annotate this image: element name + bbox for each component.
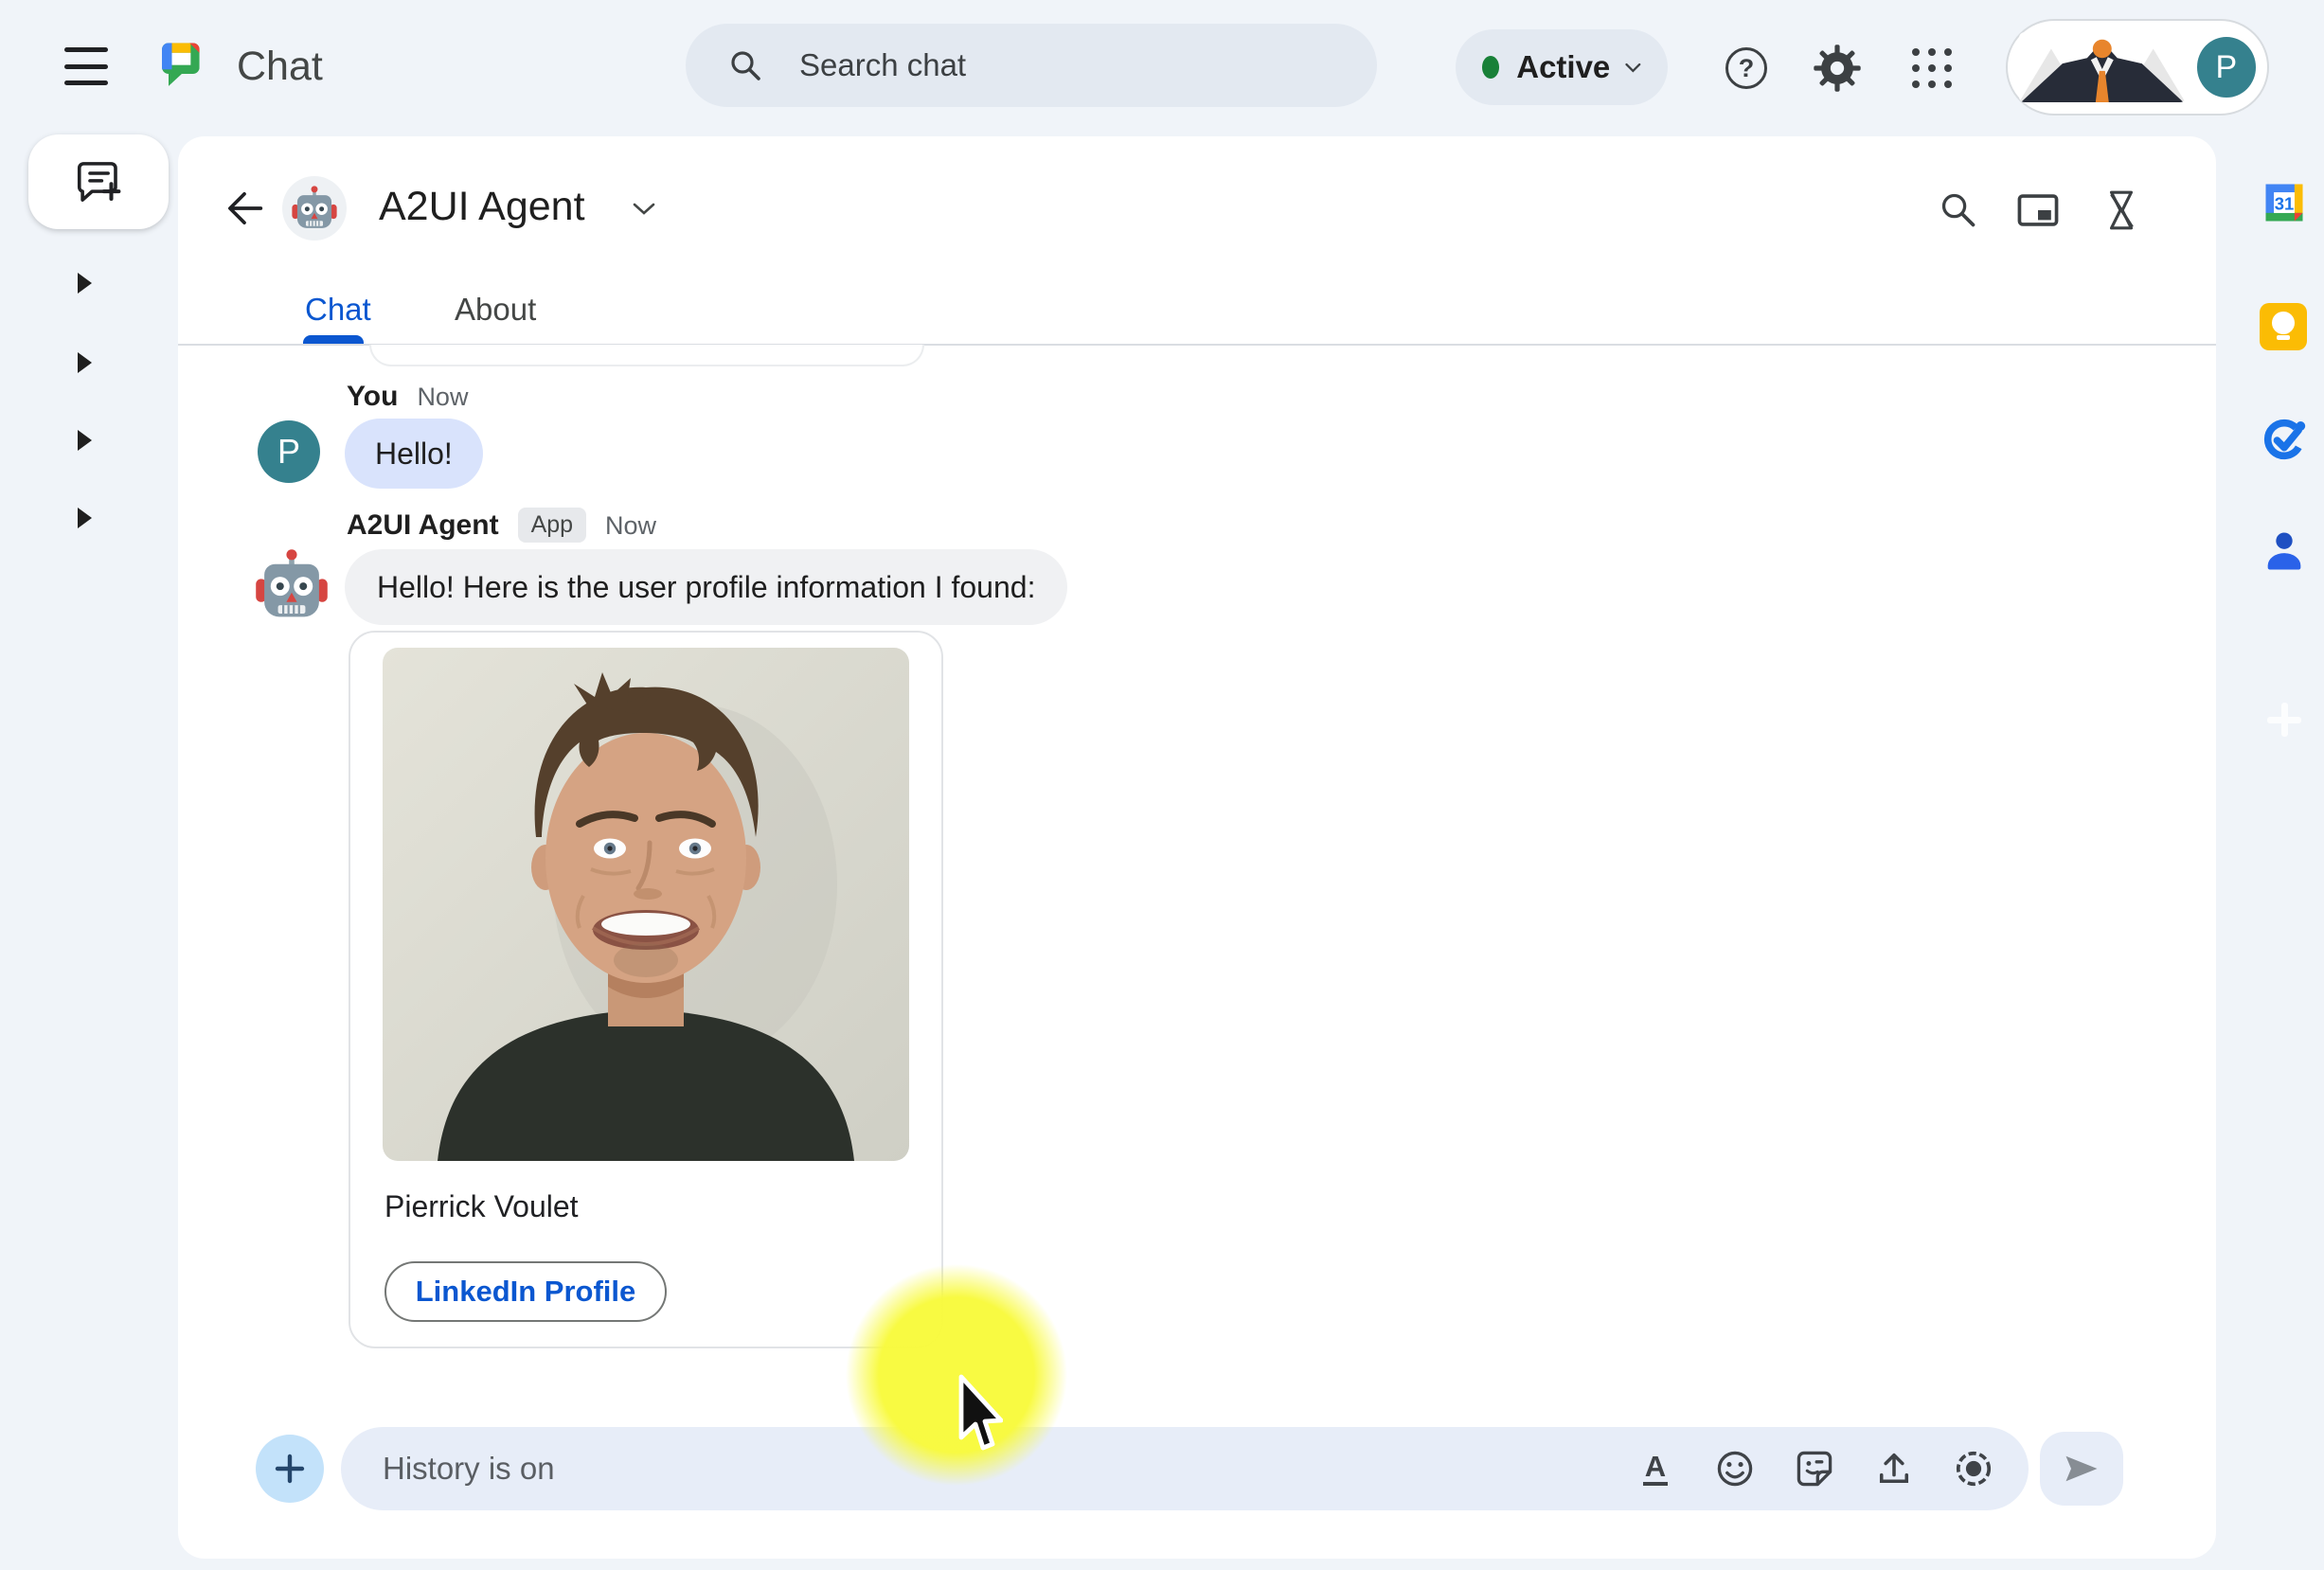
top-bar: Chat Active ? [0,0,2324,136]
workspace-logo [2019,32,2186,102]
message-meta-agent: A2UI Agent App Now [347,509,656,544]
profile-avatar[interactable]: P [2197,37,2256,98]
hourglass-off-icon [2101,188,2141,232]
new-chat-icon [73,156,124,207]
conversation-title: A2UI Agent [379,184,585,230]
plus-icon [272,1451,308,1487]
agent-avatar [282,176,347,241]
send-icon [2061,1451,2102,1487]
message-time: Now [417,383,468,412]
search-input[interactable] [799,47,1330,83]
upload-button[interactable] [1873,1448,1915,1490]
emoji-button[interactable] [1714,1448,1756,1490]
get-addons-icon[interactable] [2263,699,2305,740]
settings-button[interactable] [1807,38,1868,98]
conversation-search-button[interactable] [1932,186,1985,235]
robot-icon [254,547,330,623]
record-button[interactable] [1953,1448,1994,1490]
rail-section-caret-1[interactable] [78,273,92,294]
message-bubble-agent: Hello! Here is the user profile informat… [345,549,1067,625]
contacts-icon[interactable] [2260,526,2309,576]
google-tasks-icon[interactable] [2260,415,2309,464]
main-menu-icon[interactable] [64,47,108,85]
sender-name: You [347,381,398,413]
sender-name: A2UI Agent [347,509,499,542]
google-calendar-icon[interactable]: 31 [2260,178,2309,227]
format-text-button[interactable]: A [1635,1448,1676,1490]
history-toggle-button[interactable] [2095,186,2148,235]
status-selector[interactable]: Active [1456,29,1668,105]
compose-add-button[interactable] [256,1435,324,1503]
account-area[interactable]: P [2006,19,2269,116]
search-icon [1939,190,1978,230]
upload-icon [1874,1449,1914,1489]
record-icon [1953,1448,1994,1490]
sticker-button[interactable] [1794,1448,1835,1490]
back-button[interactable] [220,184,269,233]
picture-in-picture-icon [2016,190,2060,230]
message-bubble-you: Hello! [345,419,483,489]
linkedin-profile-button[interactable]: LinkedIn Profile [384,1261,667,1322]
open-in-new-window-button[interactable] [2011,186,2065,235]
new-chat-button[interactable] [28,134,169,229]
user-profile-card: Pierrick Voulet LinkedIn Profile [349,631,943,1348]
message-meta-you: You Now [347,381,468,413]
gear-icon [1813,44,1862,93]
emoji-icon [1715,1449,1755,1489]
apps-grid-icon [1912,48,1952,88]
google-chat-logo-icon [155,34,208,87]
robot-icon [291,185,338,232]
message-time: Now [605,511,656,541]
compose-bar[interactable]: A [341,1427,2029,1510]
google-apps-button[interactable] [1902,38,1962,98]
app-title: Chat [237,44,323,90]
active-tab-indicator [303,335,364,344]
app-badge: App [518,508,586,543]
active-status-dot-icon [1482,56,1499,79]
message-input[interactable] [383,1451,1635,1487]
rail-section-caret-3[interactable] [78,430,92,451]
compose-actions: A [1635,1448,1994,1490]
previous-message-partial [369,345,924,366]
chevron-down-icon [1625,62,1641,74]
format-icon: A [1643,1452,1668,1486]
help-button[interactable]: ? [1716,38,1777,98]
user-avatar: P [258,420,320,483]
search-bar[interactable] [686,24,1377,107]
tab-about[interactable]: About [455,292,536,328]
google-keep-icon[interactable] [2260,303,2309,352]
title-menu-chevron-icon[interactable] [633,203,655,216]
rail-section-caret-4[interactable] [78,508,92,528]
profile-photo [383,648,909,1161]
send-button[interactable] [2040,1432,2123,1506]
calendar-day-number: 31 [2275,194,2294,214]
agent-message-avatar [254,547,330,623]
google-chat-app: Chat Active ? [0,0,2324,1570]
profile-name: Pierrick Voulet [384,1189,579,1224]
sticker-icon [1795,1449,1834,1489]
rail-section-caret-2[interactable] [78,352,92,373]
status-label: Active [1516,49,1610,85]
help-icon: ? [1725,47,1767,89]
tab-chat[interactable]: Chat [305,292,371,328]
search-icon [727,47,763,83]
